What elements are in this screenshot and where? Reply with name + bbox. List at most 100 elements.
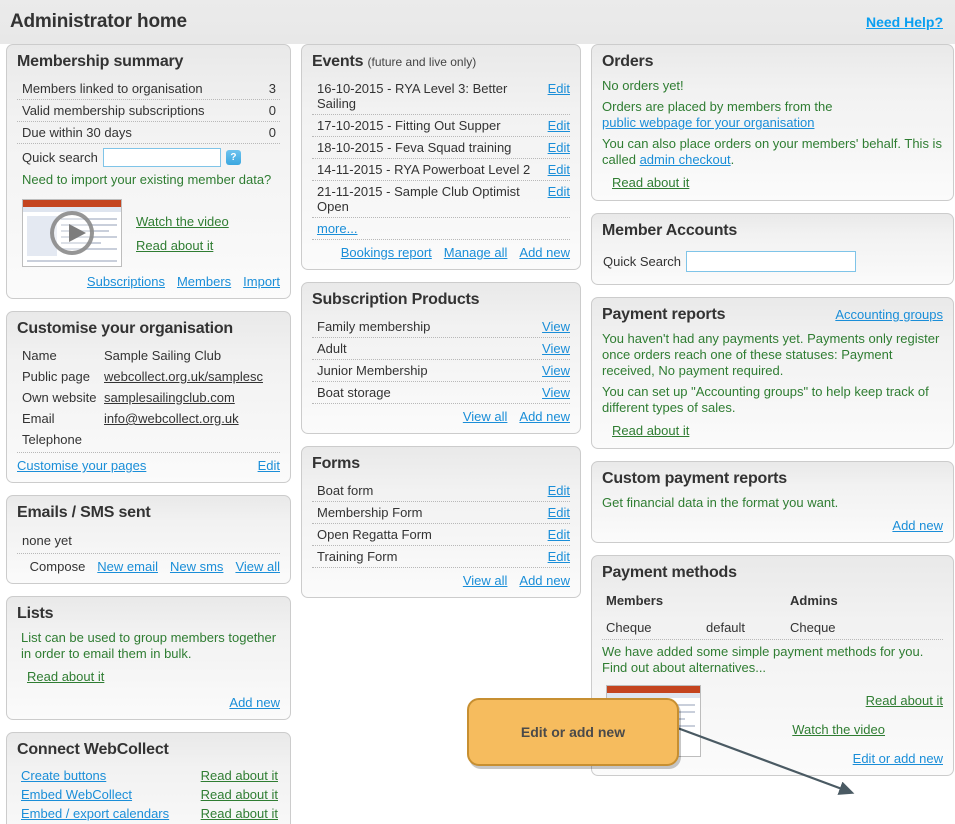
view-link[interactable]: View	[542, 385, 570, 400]
read-about-link[interactable]: Read about it	[866, 693, 943, 708]
subscriptions-link[interactable]: Subscriptions	[87, 274, 165, 289]
new-sms-link[interactable]: New sms	[170, 559, 223, 574]
manage-all-link[interactable]: Manage all	[444, 245, 508, 260]
need-help-link[interactable]: Need Help?	[866, 14, 943, 30]
view-link[interactable]: View	[542, 363, 570, 378]
edit-link[interactable]: Edit	[548, 118, 570, 133]
create-buttons-link[interactable]: Create buttons	[21, 768, 106, 783]
membership-footer-links: Subscriptions Members Import	[17, 269, 280, 289]
members-link[interactable]: Members	[177, 274, 231, 289]
custom-payment-reports-description: Get financial data in the format you wan…	[602, 495, 839, 510]
video-thumbnail[interactable]	[22, 199, 122, 267]
accounting-groups-link[interactable]: Accounting groups	[835, 307, 943, 322]
panel-subscription-products: Subscription Products Family membership …	[301, 282, 581, 434]
panel-payment-reports: Payment reports Accounting groups You ha…	[591, 297, 954, 449]
payment-reports-title: Payment reports	[602, 306, 726, 323]
thumb-header-bar	[607, 686, 700, 693]
view-all-link[interactable]: View all	[463, 409, 508, 424]
admin-checkout-link[interactable]: admin checkout	[640, 152, 731, 167]
new-email-link[interactable]: New email	[97, 559, 158, 574]
more-link[interactable]: more...	[317, 221, 357, 236]
cell-members-method: Cheque	[606, 620, 652, 635]
read-about-link[interactable]: Read about it	[612, 175, 689, 190]
add-new-link[interactable]: Add new	[519, 245, 570, 260]
table-row: Boat storage View	[312, 382, 570, 404]
table-row: Valid membership subscriptions 0	[17, 100, 280, 122]
member-accounts-search-row: Quick Search	[602, 247, 943, 275]
lists-title: Lists	[17, 605, 54, 622]
own-website-link[interactable]: samplesailingclub.com	[104, 390, 235, 405]
add-new-link[interactable]: Add new	[892, 518, 943, 533]
add-new-link[interactable]: Add new	[519, 573, 570, 588]
public-webpage-link[interactable]: public webpage for your organisation	[602, 115, 814, 130]
row-label: Public page	[22, 369, 90, 384]
member-quick-search-input[interactable]	[102, 148, 221, 167]
quick-search-label: Quick search	[22, 150, 98, 165]
edit-link[interactable]: Edit	[548, 505, 570, 520]
play-icon[interactable]	[50, 211, 94, 255]
panel-orders: Orders No orders yet! Orders are placed …	[591, 44, 954, 201]
orders-title: Orders	[602, 53, 654, 70]
table-row: Boat form Edit	[312, 480, 570, 502]
customise-title: Customise your organisation	[17, 320, 233, 337]
help-icon[interactable]: ?	[225, 150, 241, 165]
events-more-row: more...	[312, 218, 570, 240]
read-about-link[interactable]: Read about it	[136, 238, 229, 253]
connect-title: Connect WebCollect	[17, 741, 169, 758]
embed-export-calendars-link[interactable]: Embed / export calendars	[21, 806, 169, 821]
row-value: 3	[268, 81, 276, 96]
orders-line-1: Orders are placed by members from the pu…	[602, 99, 943, 131]
cell-admins-method: Cheque	[790, 620, 836, 635]
row-value: Sample Sailing Club	[104, 348, 222, 363]
read-about-link[interactable]: Read about it	[27, 669, 104, 684]
bookings-report-link[interactable]: Bookings report	[341, 245, 432, 260]
list-item: Embed / export calendars Read about it	[17, 804, 280, 823]
edit-link[interactable]: Edit	[258, 458, 280, 473]
event-label: 14-11-2015 - RYA Powerboat Level 2	[317, 162, 531, 177]
thumb-header-bar	[23, 200, 121, 207]
edit-link[interactable]: Edit	[548, 527, 570, 542]
edit-link[interactable]: Edit	[548, 162, 570, 177]
annotation-callout-label: Edit or add new	[520, 724, 626, 740]
row-label: Telephone	[22, 432, 82, 447]
member-accounts-search-input[interactable]	[686, 251, 857, 272]
right-column: Orders No orders yet! Orders are placed …	[591, 44, 954, 788]
customise-pages-link[interactable]: Customise your pages	[17, 458, 146, 473]
view-link[interactable]: View	[542, 341, 570, 356]
edit-link[interactable]: Edit	[548, 184, 570, 199]
view-all-link[interactable]: View all	[235, 559, 280, 574]
import-link[interactable]: Import	[243, 274, 280, 289]
edit-link[interactable]: Edit	[548, 549, 570, 564]
watch-video-link[interactable]: Watch the video	[792, 722, 885, 737]
table-row: 16-10-2015 - RYA Level 3: Better Sailing…	[312, 78, 570, 115]
payment-reports-para-1: You haven't had any payments yet. Paymen…	[602, 331, 940, 378]
payment-reports-header: Payment reports Accounting groups	[602, 306, 943, 331]
product-label: Adult	[317, 341, 347, 356]
table-row: Due within 30 days 0	[17, 122, 280, 144]
read-about-link[interactable]: Read about it	[201, 787, 278, 802]
view-link[interactable]: View	[542, 319, 570, 334]
add-new-link[interactable]: Add new	[229, 695, 280, 710]
view-all-link[interactable]: View all	[463, 573, 508, 588]
membership-summary-title: Membership summary	[17, 53, 184, 70]
panel-emails-sms: Emails / SMS sent none yet Compose New e…	[6, 495, 291, 584]
embed-webcollect-link[interactable]: Embed WebCollect	[21, 787, 132, 802]
edit-link[interactable]: Edit	[548, 81, 570, 96]
public-page-link[interactable]: webcollect.org.uk/samplesc	[104, 369, 263, 384]
read-about-link[interactable]: Read about it	[612, 423, 689, 438]
edit-or-add-new-link[interactable]: Edit or add new	[853, 751, 943, 766]
table-row: Email info@webcollect.org.uk	[17, 408, 280, 429]
orders-empty-status: No orders yet!	[602, 78, 684, 93]
read-about-link[interactable]: Read about it	[201, 768, 278, 783]
lists-description: List can be used to group members togeth…	[21, 630, 277, 661]
email-link[interactable]: info@webcollect.org.uk	[104, 411, 239, 426]
edit-link[interactable]: Edit	[548, 483, 570, 498]
panel-events: Events (future and live only) 16-10-2015…	[301, 44, 581, 270]
table-row: Adult View	[312, 338, 570, 360]
add-new-link[interactable]: Add new	[519, 409, 570, 424]
watch-video-link[interactable]: Watch the video	[136, 214, 229, 229]
read-about-link[interactable]: Read about it	[201, 806, 278, 821]
edit-link[interactable]: Edit	[548, 140, 570, 155]
membership-video-block: Watch the video Read about it	[17, 193, 280, 269]
payment-reports-read-about-row: Read about it	[602, 421, 943, 439]
